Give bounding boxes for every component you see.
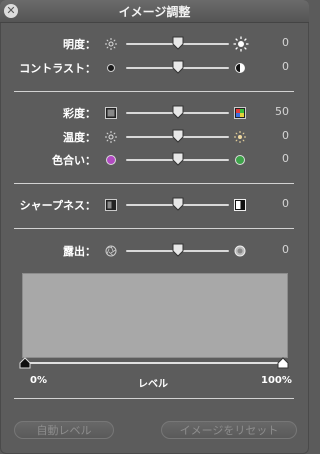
- exposure-label: 露出：: [63, 245, 96, 258]
- contrast-high-icon: [233, 60, 247, 74]
- tint-value: 0: [282, 152, 289, 165]
- contrast-slider-thumb[interactable]: [172, 60, 184, 74]
- levels-slider-track[interactable]: [22, 362, 286, 364]
- sun-dim-icon: [104, 36, 118, 50]
- auto-levels-button[interactable]: 自動レベル: [14, 421, 114, 439]
- exposure-value: 0: [282, 243, 289, 256]
- levels-max-label: 100%: [261, 375, 292, 386]
- sharpness-slider-thumb[interactable]: [172, 197, 184, 211]
- exposure-high-icon: [233, 243, 247, 257]
- temperature-row: 温度： 0: [0, 128, 309, 146]
- section-divider: [14, 398, 294, 399]
- tint-label: 色合い：: [52, 154, 96, 167]
- saturation-label: 彩度：: [63, 107, 96, 120]
- brightness-label: 明度：: [63, 38, 96, 51]
- contrast-row: コントラスト： 0: [0, 59, 309, 77]
- tint-row: 色合い： 0: [0, 151, 309, 169]
- window-title: イメージ調整: [118, 5, 191, 19]
- tint-magenta-icon: [104, 152, 118, 166]
- title-bar[interactable]: ✕ イメージ調整: [0, 0, 309, 23]
- brightness-slider-thumb[interactable]: [172, 36, 184, 50]
- temperature-value: 0: [282, 129, 289, 142]
- saturation-value: 50: [275, 105, 289, 118]
- temperature-label: 温度：: [63, 131, 96, 144]
- sharpness-high-icon: [233, 197, 247, 211]
- brightness-row: 明度： 0: [0, 35, 309, 53]
- section-divider: [14, 228, 294, 229]
- reset-image-button[interactable]: イメージをリセット: [161, 421, 297, 439]
- exposure-slider-thumb[interactable]: [172, 243, 184, 257]
- adjust-image-panel: ✕ イメージ調整 明度： 0 コントラスト： 0 彩度： 50 温度： 0 色合…: [0, 0, 309, 454]
- brightness-value: 0: [282, 36, 289, 49]
- section-divider: [14, 183, 294, 184]
- temperature-slider-thumb[interactable]: [172, 129, 184, 143]
- contrast-low-icon: [104, 60, 118, 74]
- temperature-warm-icon: [233, 129, 247, 143]
- sharpness-low-icon: [104, 197, 118, 211]
- saturation-row: 彩度： 50: [0, 104, 309, 122]
- histogram: [22, 273, 288, 358]
- black-point-handle[interactable]: [19, 357, 31, 369]
- saturation-color-icon: [233, 105, 247, 119]
- sharpness-row: シャープネス： 0: [0, 196, 309, 214]
- section-divider: [14, 91, 294, 92]
- sharpness-label: シャープネス：: [19, 199, 96, 212]
- saturation-gray-icon: [104, 105, 118, 119]
- sun-bright-icon: [233, 36, 249, 52]
- tint-green-icon: [233, 152, 247, 166]
- levels-title: レベル: [138, 379, 168, 390]
- tint-slider-thumb[interactable]: [172, 152, 184, 166]
- white-point-handle[interactable]: [277, 357, 289, 369]
- exposure-row: 露出： 0: [0, 242, 309, 260]
- levels-min-label: 0%: [30, 375, 47, 386]
- contrast-value: 0: [282, 60, 289, 73]
- exposure-low-icon: [104, 243, 118, 257]
- sharpness-value: 0: [282, 197, 289, 210]
- saturation-slider-thumb[interactable]: [172, 105, 184, 119]
- temperature-cool-icon: [104, 129, 118, 143]
- contrast-label: コントラスト：: [19, 62, 96, 75]
